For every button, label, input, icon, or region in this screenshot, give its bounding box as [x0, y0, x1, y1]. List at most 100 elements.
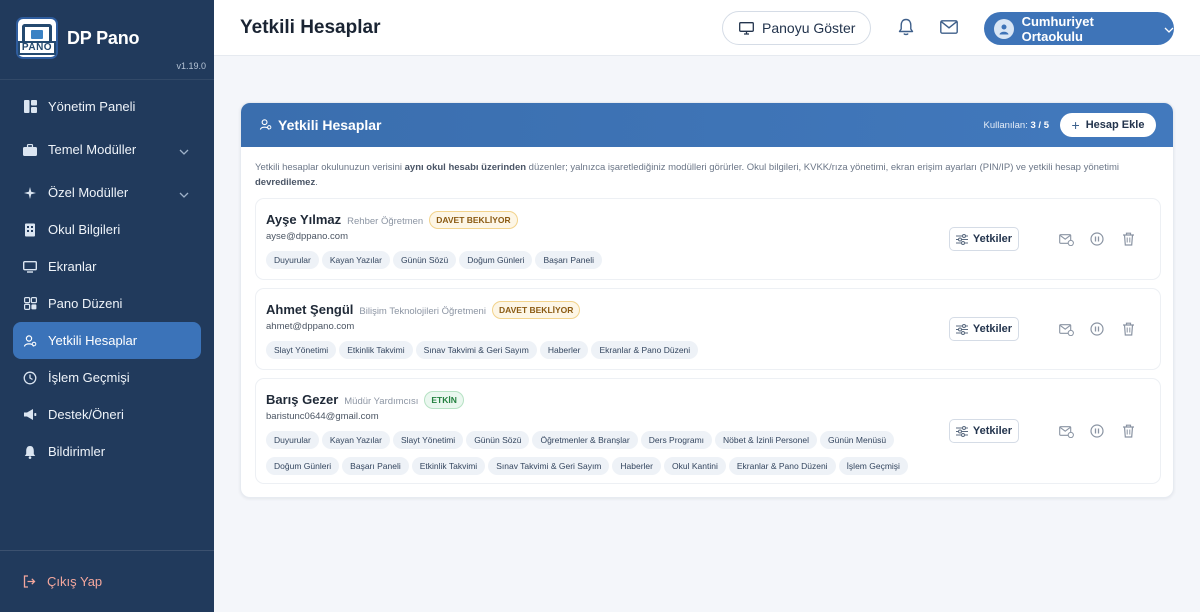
trash-icon[interactable] — [1122, 232, 1135, 251]
sidebar-item-label: Ekranlar — [48, 259, 97, 274]
show-board-button[interactable]: Panoyu Göster — [722, 11, 871, 45]
monitor-icon — [739, 21, 754, 35]
authorized-accounts-card: Yetkili Hesaplar Kullanılan: 3 / 5 + Hes… — [240, 102, 1174, 498]
module-chip: Ekranlar & Pano Düzeni — [591, 341, 699, 359]
account-row: Barış Gezer Müdür Yardımcısı ETKİN baristu… — [255, 378, 1161, 484]
module-chip: Sınav Takvimi & Geri Sayım — [488, 457, 610, 475]
sidebar-item-label: Özel Modüller — [48, 185, 129, 200]
notice-text: düzenler; yalnızca işaretlediğiniz modül… — [526, 162, 1119, 173]
sidebar-item-yetkili-hesaplar[interactable]: Yetkili Hesaplar — [13, 322, 201, 359]
show-board-label: Panoyu Göster — [762, 20, 856, 36]
sidebar-item-yonetim-paneli[interactable]: Yönetim Paneli — [13, 88, 201, 125]
sidebar-item-okul-bilgileri[interactable]: Okul Bilgileri — [13, 211, 201, 248]
logout-icon — [23, 575, 36, 588]
account-menu-button[interactable]: Cumhuriyet Ortaokulu — [984, 12, 1174, 45]
usage-label: Kullanılan: — [983, 120, 1028, 131]
account-email: ahmet@dppano.com — [266, 321, 355, 332]
megaphone-icon — [23, 408, 37, 422]
module-chip: Kayan Yazılar — [321, 431, 390, 449]
sidebar-item-ekranlar[interactable]: Ekranlar — [13, 248, 201, 285]
permissions-button[interactable]: Yetkiler — [949, 419, 1019, 443]
resend-invite-icon[interactable] — [1059, 233, 1074, 251]
status-badge: DAVET BEKLİYOR — [429, 211, 518, 229]
pause-icon[interactable] — [1090, 322, 1104, 341]
module-chip: Günün Menüsü — [820, 431, 895, 449]
sidebar-nav: Yönetim Paneli Temel Modüller Özel Modül… — [0, 88, 214, 470]
module-chip: Duyurular — [266, 431, 319, 449]
app-version: v1.19.0 — [176, 61, 206, 71]
account-fullname: Ayşe Yılmaz — [266, 212, 342, 227]
notice-emphasis: aynı okul hesabı üzerinden — [404, 162, 527, 173]
trash-icon[interactable] — [1122, 322, 1135, 341]
mail-icon[interactable] — [940, 20, 958, 39]
card-header: Yetkili Hesaplar Kullanılan: 3 / 5 + Hes… — [241, 103, 1173, 147]
status-badge: ETKİN — [424, 391, 464, 409]
sidebar-item-label: Yönetim Paneli — [48, 99, 136, 114]
module-chip: İşlem Geçmişi — [838, 457, 908, 475]
building-icon — [23, 223, 37, 237]
module-chip: Duyurular — [266, 251, 319, 269]
sidebar-item-destek-oneri[interactable]: Destek/Öneri — [13, 396, 201, 433]
resend-invite-icon[interactable] — [1059, 425, 1074, 443]
sidebar-item-label: Destek/Öneri — [48, 407, 124, 422]
module-chip: Sınav Takvimi & Geri Sayım — [415, 341, 537, 359]
module-chips: Duyurular Kayan Yazılar Slayt Yönetimi Günü… — [266, 430, 966, 482]
permissions-button[interactable]: Yetkiler — [949, 227, 1019, 251]
top-header: Yetkili Hesaplar Panoyu Göster Cumhuriye… — [214, 0, 1200, 56]
app-logo[interactable]: PANO — [16, 17, 58, 59]
sidebar-item-label: Pano Düzeni — [48, 296, 123, 311]
sidebar: PANO DP Pano v1.19.0 Yönetim Paneli Teme… — [0, 0, 214, 612]
resend-invite-icon[interactable] — [1059, 323, 1074, 341]
module-chips: Duyurular Kayan Yazılar Günün Sözü Doğum Gü… — [266, 250, 966, 276]
notifications-bell-icon[interactable] — [898, 18, 914, 41]
chevron-down-icon — [179, 143, 189, 158]
sidebar-item-label: Bildirimler — [48, 444, 106, 459]
page-title: Yetkili Hesaplar — [240, 17, 381, 38]
brand-name: DP Pano — [67, 28, 140, 48]
module-chip: Başarı Paneli — [342, 457, 409, 475]
module-chip: Doğum Günleri — [459, 251, 533, 269]
logout-button[interactable]: Çıkış Yap — [0, 550, 214, 612]
usage-counter: Kullanılan: 3 / 5 — [983, 120, 1049, 131]
sidebar-item-ozel-moduller[interactable]: Özel Modüller — [13, 174, 201, 211]
logout-label: Çıkış Yap — [47, 574, 103, 589]
account-row: Ahmet Şengül Bilişim Teknolojileri Öğretm… — [255, 288, 1161, 370]
notice-emphasis: devredilemez — [255, 177, 316, 188]
sidebar-item-pano-duzeni[interactable]: Pano Düzeni — [13, 285, 201, 322]
permissions-label: Yetkiler — [972, 233, 1013, 245]
pause-icon[interactable] — [1090, 232, 1104, 251]
plus-icon: + — [1071, 117, 1080, 133]
account-name: Cumhuriyet Ortaokulu — [1021, 13, 1094, 44]
sliders-icon — [955, 425, 968, 437]
sparkle-icon — [23, 186, 37, 200]
module-chip: Okul Kantini — [664, 457, 726, 475]
module-chip: Etkinlik Takvimi — [411, 457, 486, 475]
permissions-label: Yetkiler — [972, 425, 1013, 437]
sidebar-item-temel-moduller[interactable]: Temel Modüller — [13, 131, 201, 168]
add-account-button[interactable]: + Hesap Ekle — [1060, 113, 1156, 137]
account-row: Ayşe Yılmaz Rehber Öğretmen DAVET BEKLİYOR… — [255, 198, 1161, 280]
briefcase-icon — [23, 143, 37, 157]
module-chip: Günün Sözü — [393, 251, 457, 269]
sidebar-item-bildirimler[interactable]: Bildirimler — [13, 433, 201, 470]
module-chip: Ders Programı — [640, 431, 713, 449]
account-role: Rehber Öğretmen — [347, 216, 424, 227]
users-icon — [259, 118, 272, 136]
module-chips: Slayt Yönetimi Etkinlik Takvimi Sınav Takv… — [266, 340, 966, 366]
pause-icon[interactable] — [1090, 424, 1104, 443]
trash-icon[interactable] — [1122, 424, 1135, 443]
permissions-button[interactable]: Yetkiler — [949, 317, 1019, 341]
sidebar-item-islem-gecmisi[interactable]: İşlem Geçmişi — [13, 359, 201, 396]
module-chip: Ekranlar & Pano Düzeni — [728, 457, 836, 475]
module-chip: Başarı Paneli — [535, 251, 602, 269]
usage-value: 3 / 5 — [1030, 120, 1050, 131]
account-fullname: Barış Gezer — [266, 392, 339, 407]
permissions-label: Yetkiler — [972, 323, 1013, 335]
module-chip: Doğum Günleri — [266, 457, 340, 475]
status-badge: DAVET BEKLİYOR — [491, 301, 581, 319]
sidebar-item-label: Temel Modüller — [48, 142, 137, 157]
sidebar-item-label: Yetkili Hesaplar — [48, 333, 138, 348]
account-email: ayse@dppano.com — [266, 231, 348, 242]
avatar — [994, 18, 1014, 39]
notice-text: Yetkili hesaplar okulunuzun verisini — [255, 162, 405, 173]
